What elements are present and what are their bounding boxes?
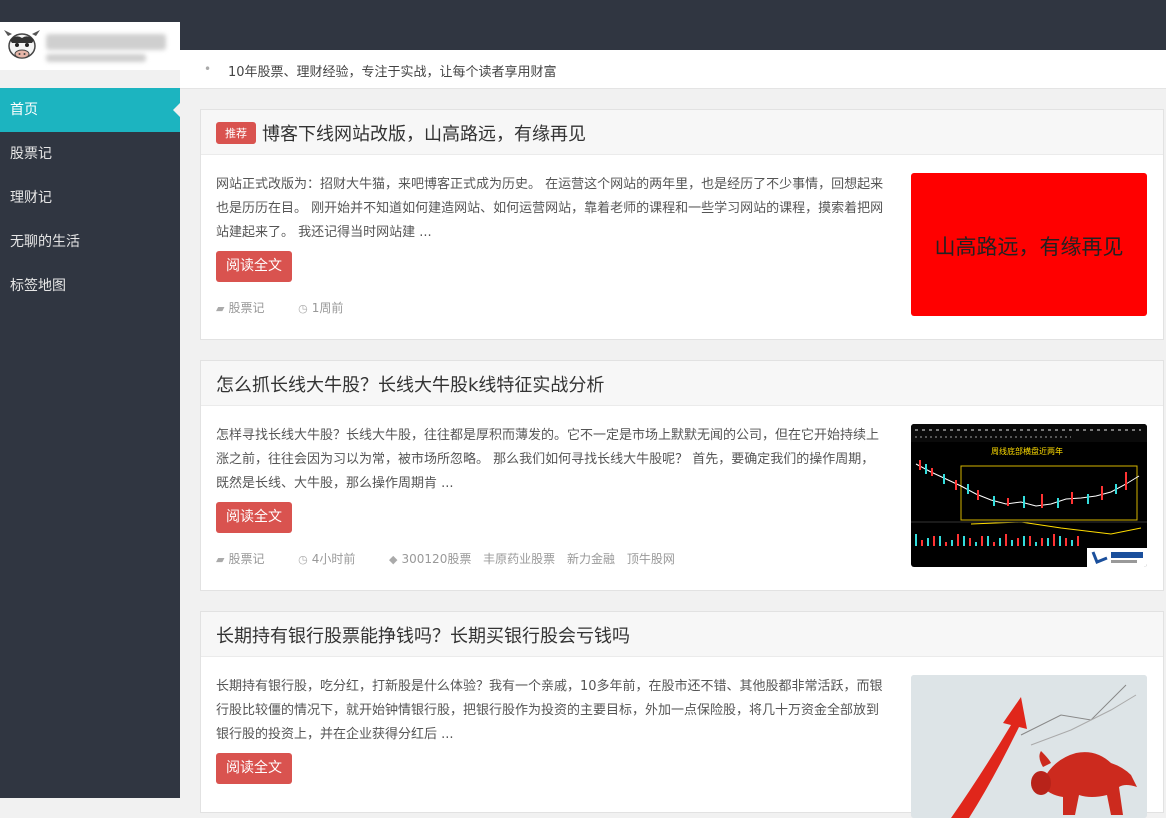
post-time: 1周前 bbox=[311, 301, 344, 315]
post-meta: ▰ 股票记 ◷ 4小时前 ◆ 300120股票 丰原药业股票 新力金融 顶牛股网 bbox=[216, 550, 679, 567]
sidebar-nav: 首页 股票记 理财记 无聊的生活 标签地图 bbox=[0, 88, 180, 798]
post-header: 怎么抓长线大牛股？长线大牛股k线特征实战分析 bbox=[201, 361, 1163, 406]
tagline-bullet: • bbox=[204, 62, 212, 76]
post-header: 长期持有银行股票能挣钱吗？长期买银行股会亏钱吗 bbox=[201, 612, 1163, 657]
post-header: 推荐 博客下线网站改版，山高路远，有缘再见 bbox=[201, 110, 1163, 155]
post-time: 4小时前 bbox=[311, 552, 356, 566]
stock-chart-thumbnail: 周线底部横盘近两年 bbox=[911, 424, 1147, 567]
post-title-wrap: 推荐 博客下线网站改版，山高路远，有缘再见 bbox=[216, 120, 586, 146]
post-thumbnail[interactable]: 周线底部横盘近两年 bbox=[911, 424, 1147, 567]
post-category[interactable]: 股票记 bbox=[228, 552, 264, 566]
site-logo[interactable] bbox=[0, 22, 180, 70]
post-category[interactable]: 股票记 bbox=[228, 301, 264, 315]
post-excerpt: 怎样寻找长线大牛股？长线大牛股，往往都是厚积而薄发的。它不一定是市场上默默无闻的… bbox=[216, 428, 880, 491]
sidebar-item-finance[interactable]: 理财记 bbox=[0, 176, 180, 220]
thumbnail-text: 山高路远，有缘再见 bbox=[934, 235, 1124, 259]
post-title[interactable]: 长期持有银行股票能挣钱吗？长期买银行股会亏钱吗 bbox=[216, 622, 630, 648]
post-card: 怎么抓长线大牛股？长线大牛股k线特征实战分析 怎样寻找长线大牛股？长线大牛股，往… bbox=[200, 360, 1164, 591]
read-more-button[interactable]: 阅读全文 bbox=[216, 502, 292, 533]
logo-subtext-blurred bbox=[46, 54, 146, 62]
recommended-badge: 推荐 bbox=[216, 122, 256, 144]
post-title[interactable]: 博客下线网站改版，山高路远，有缘再见 bbox=[262, 124, 586, 145]
post-excerpt: 网站正式改版为：招财大牛猫，来吧博客正式成为历史。 在运营这个网站的两年里，也是… bbox=[216, 177, 884, 240]
folder-icon: ▰ bbox=[216, 302, 225, 315]
site-tagline: 10年股票、理财经验，专注于实战，让每个读者享用财富 bbox=[228, 65, 557, 80]
sidebar-item-stocks[interactable]: 股票记 bbox=[0, 132, 180, 176]
bull-market-thumbnail bbox=[911, 675, 1147, 818]
clock-icon: ◷ bbox=[298, 302, 308, 315]
post-card: 长期持有银行股票能挣钱吗？长期买银行股会亏钱吗 长期持有银行股，吃分红，打新股是… bbox=[200, 611, 1164, 818]
read-more-button[interactable]: 阅读全文 bbox=[216, 753, 292, 784]
post-title[interactable]: 怎么抓长线大牛股？长线大牛股k线特征实战分析 bbox=[216, 371, 604, 397]
sub-header: • 10年股票、理财经验，专注于实战，让每个读者享用财富 bbox=[180, 50, 1166, 89]
folder-icon: ▰ bbox=[216, 553, 225, 566]
thumbnail-caption: 周线底部横盘近两年 bbox=[991, 446, 1063, 456]
post-card: 推荐 博客下线网站改版，山高路远，有缘再见 网站正式改版为：招财大牛猫，来吧博客正… bbox=[200, 109, 1164, 340]
clock-icon: ◷ bbox=[298, 553, 308, 566]
sidebar-item-home[interactable]: 首页 bbox=[0, 88, 180, 132]
post-thumbnail[interactable] bbox=[911, 675, 1147, 818]
post-thumbnail[interactable]: 山高路远，有缘再见 bbox=[911, 173, 1147, 316]
post-tag[interactable]: 丰原药业股票 bbox=[483, 552, 555, 566]
post-meta: ▰ 股票记 ◷ 1周前 bbox=[216, 299, 347, 316]
logo-text-blurred bbox=[46, 34, 166, 50]
read-more-button[interactable]: 阅读全文 bbox=[216, 251, 292, 282]
post-excerpt: 长期持有银行股，吃分红，打新股是什么体验？我有一个亲戚，10多年前，在股市还不错… bbox=[216, 679, 883, 742]
post-tag[interactable]: 300120股票 bbox=[402, 552, 472, 566]
tag-icon: ◆ bbox=[389, 553, 398, 566]
post-tag[interactable]: 新力金融 bbox=[567, 552, 615, 566]
sidebar-item-tag-map[interactable]: 标签地图 bbox=[0, 264, 180, 308]
cow-mascot-icon bbox=[4, 30, 40, 59]
post-tag[interactable]: 顶牛股网 bbox=[627, 552, 675, 566]
sidebar-item-life[interactable]: 无聊的生活 bbox=[0, 220, 180, 264]
